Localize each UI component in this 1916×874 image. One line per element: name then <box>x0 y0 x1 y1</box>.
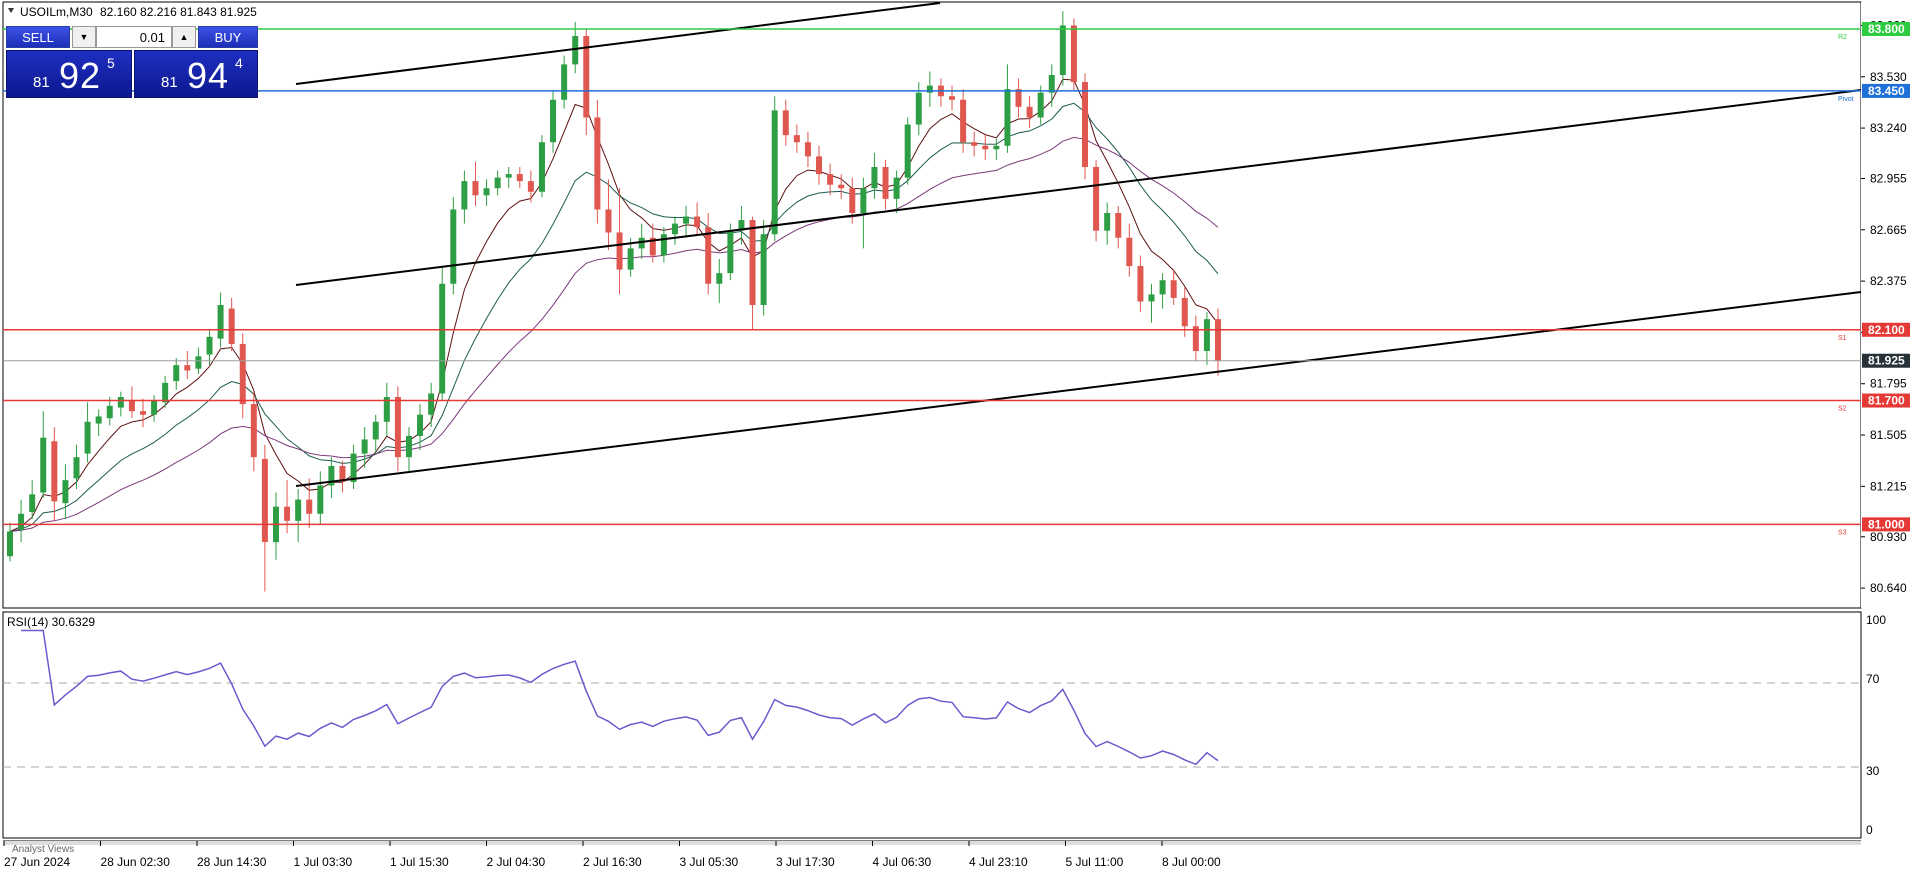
candle <box>594 99 601 224</box>
level-price-label: 81.700 <box>1868 394 1905 408</box>
main-chart-frame <box>2 1 1862 609</box>
rsi-label: RSI(14) 30.6329 <box>7 615 95 629</box>
level-price-label: 81.000 <box>1868 517 1905 531</box>
candle <box>771 96 778 242</box>
price-tick-label: 82.375 <box>1870 274 1907 288</box>
candle <box>904 117 911 185</box>
time-tick-label: 28 Jun 02:30 <box>101 855 171 869</box>
level-price-label: 82.100 <box>1868 323 1905 337</box>
time-tick-label: 4 Jul 06:30 <box>873 855 932 869</box>
buy-price-pip: 4 <box>235 55 243 71</box>
candle <box>1082 73 1089 180</box>
one-click-trade-panel: SELL ▼ ▲ BUY 81 92 5 81 94 4 <box>6 26 258 98</box>
chart-canvas[interactable]: USOILm,M30 82.160 82.216 81.843 81.925 8… <box>0 0 1916 874</box>
bottom-tab-analyst-views[interactable]: Analyst Views <box>12 844 74 855</box>
level-name: R2 <box>1838 34 1847 41</box>
level-price-label: 83.800 <box>1868 22 1905 36</box>
ohlc-values: 82.160 82.216 81.843 81.925 <box>100 5 257 19</box>
candle <box>760 220 767 316</box>
time-tick-label: 4 Jul 23:10 <box>969 855 1028 869</box>
level-name: S3 <box>1838 529 1847 536</box>
rsi-axis-0: 0 <box>1866 823 1873 837</box>
level-name: S1 <box>1838 335 1847 342</box>
level-name: S2 <box>1838 406 1847 413</box>
candle <box>1093 159 1100 242</box>
candle <box>538 135 545 198</box>
lot-increase-button[interactable]: ▲ <box>172 26 196 48</box>
sell-price-main: 92 <box>59 55 102 96</box>
candle <box>450 197 457 295</box>
price-tick-label: 82.665 <box>1870 223 1907 237</box>
candle <box>439 267 446 401</box>
sell-button[interactable]: SELL <box>6 26 70 48</box>
buy-button[interactable]: BUY <box>198 26 258 48</box>
header: USOILm,M30 82.160 82.216 81.843 81.925 <box>8 5 257 19</box>
sell-price-prefix: 81 <box>33 74 50 91</box>
lot-decrease-button[interactable]: ▼ <box>72 26 96 48</box>
time-tick-label: 1 Jul 03:30 <box>294 855 353 869</box>
rsi-axis-30: 30 <box>1866 764 1880 778</box>
price-tick-label: 81.215 <box>1870 479 1907 493</box>
time-tick-label: 3 Jul 05:30 <box>680 855 739 869</box>
time-axis: 27 Jun 2024 28 Jun 02:30 28 Jun 14:30 1 Jul… <box>3 841 1221 869</box>
rsi-frame <box>2 611 1862 839</box>
price-tick-label: 80.930 <box>1870 530 1907 544</box>
price-tick-label: 82.955 <box>1870 172 1907 186</box>
symbol-timeframe: USOILm,M30 <box>20 5 93 19</box>
price-tick-label: 81.505 <box>1870 428 1907 442</box>
time-tick-label: 3 Jul 17:30 <box>776 855 835 869</box>
bottom-tab-bar <box>3 841 1861 845</box>
time-tick-label: 2 Jul 16:30 <box>583 855 642 869</box>
buy-price-prefix: 81 <box>161 74 178 91</box>
buy-price-display[interactable]: 81 94 4 <box>134 50 258 98</box>
rsi-axis-70: 70 <box>1866 672 1880 686</box>
time-tick-label: 1 Jul 15:30 <box>390 855 449 869</box>
current-price-label: 81.925 <box>1868 354 1905 368</box>
price-tick-label: 80.640 <box>1870 581 1907 595</box>
buy-price-main: 94 <box>187 55 230 96</box>
sell-price-pip: 5 <box>107 55 115 71</box>
time-tick-label: 2 Jul 04:30 <box>487 855 546 869</box>
price-tick-label: 83.240 <box>1870 121 1907 135</box>
level-price-label: 83.450 <box>1868 84 1905 98</box>
sell-price-display[interactable]: 81 92 5 <box>6 50 132 98</box>
time-tick-label: 8 Jul 00:00 <box>1162 855 1221 869</box>
price-tick-label: 81.795 <box>1870 377 1907 391</box>
time-tick-label: 27 Jun 2024 <box>4 855 70 869</box>
time-tick-label: 28 Jun 14:30 <box>197 855 267 869</box>
level-name: Pivot <box>1838 96 1854 103</box>
rsi-axis-100: 100 <box>1866 613 1886 627</box>
price-tick-label: 83.530 <box>1870 70 1907 84</box>
lot-size-input[interactable] <box>96 26 172 48</box>
time-tick-label: 5 Jul 11:00 <box>1066 855 1124 869</box>
